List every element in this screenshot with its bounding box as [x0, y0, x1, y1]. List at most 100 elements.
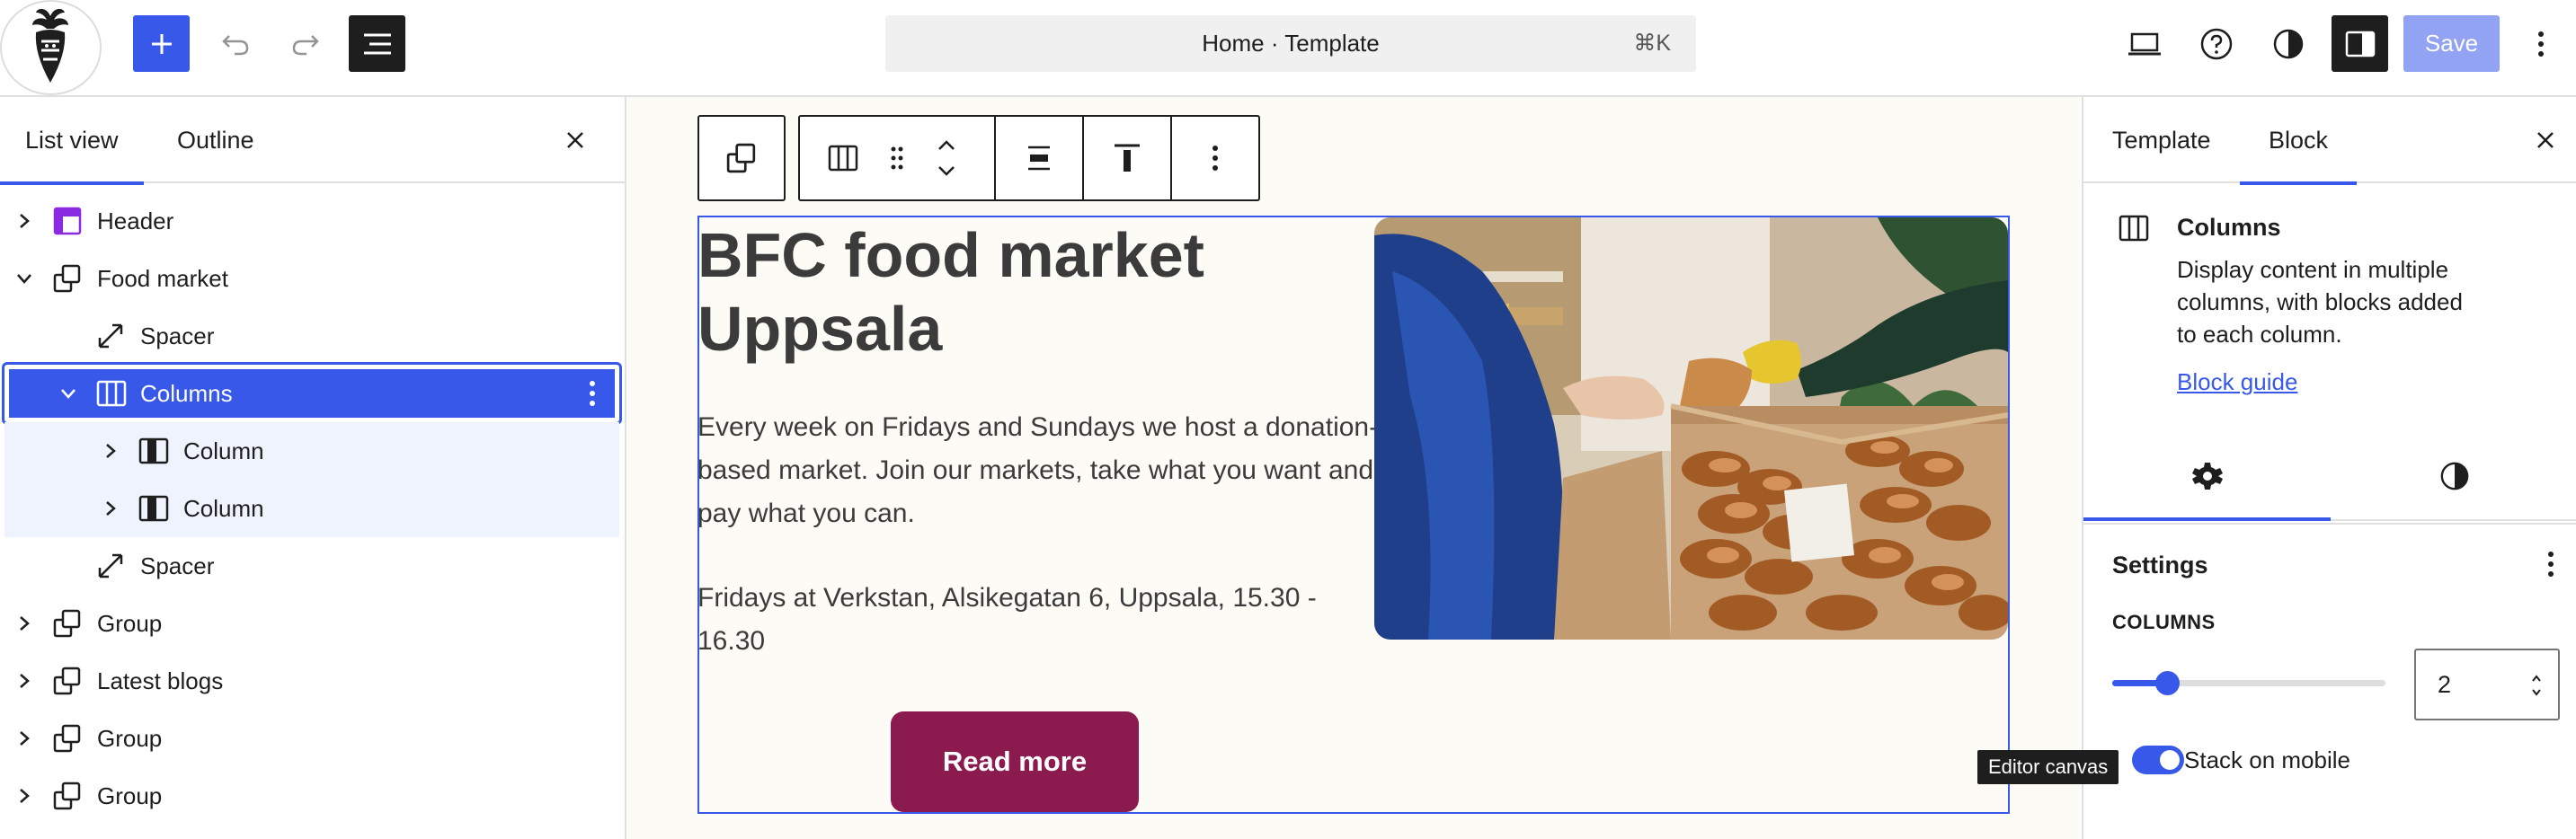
more-vertical-icon	[2538, 31, 2544, 57]
chevron-right-icon[interactable]	[12, 783, 37, 808]
chevron-right-icon[interactable]	[12, 208, 37, 234]
list-view-icon	[363, 33, 391, 54]
block-type-button[interactable]	[818, 117, 868, 199]
list-item-label: Food market	[97, 264, 228, 292]
chevron-right-icon[interactable]	[98, 496, 123, 521]
tab-block[interactable]: Block	[2239, 97, 2358, 185]
read-more-button[interactable]: Read more	[891, 711, 1139, 812]
list-view-tabs: List view Outline	[0, 97, 625, 185]
list-item[interactable]: Spacer	[0, 537, 625, 595]
group-icon	[726, 143, 756, 173]
chevron-up-down-icon	[938, 140, 955, 176]
align-center-icon	[1028, 146, 1050, 171]
document-overview-button[interactable]	[349, 15, 405, 72]
chevron-right-icon[interactable]	[12, 726, 37, 751]
settings-options-button[interactable]	[2535, 544, 2567, 584]
columns-label: COLUMNS	[2112, 611, 2216, 633]
list-item[interactable]: Column	[4, 422, 619, 480]
spinner-icon[interactable]	[2531, 672, 2542, 699]
food-market-photo[interactable]	[1374, 217, 2008, 640]
plus-icon	[151, 33, 172, 54]
list-item-label: Column	[183, 494, 264, 522]
list-item[interactable]: Food market	[0, 250, 625, 307]
help-button[interactable]	[2188, 15, 2244, 72]
select-parent-toolbar	[697, 115, 786, 201]
columns-icon	[94, 376, 129, 411]
vertical-align-top-icon	[1115, 144, 1140, 172]
tab-outline[interactable]: Outline	[177, 97, 254, 183]
stack-on-mobile-toggle[interactable]	[2132, 746, 2184, 774]
styles-icon	[2273, 29, 2303, 58]
tab-styles[interactable]	[2331, 433, 2576, 519]
settings-panel-title[interactable]: Settings	[2112, 552, 2208, 579]
add-block-button[interactable]	[133, 15, 190, 72]
block-more-options-button[interactable]	[1172, 117, 1258, 199]
tab-template[interactable]: Template	[2112, 97, 2211, 183]
redo-button[interactable]	[280, 15, 331, 72]
options-button[interactable]	[2517, 15, 2565, 72]
desktop-icon	[2127, 32, 2161, 55]
drag-handle[interactable]	[877, 117, 917, 199]
list-item-label: Group	[97, 724, 163, 752]
list-item-label: Columns	[140, 379, 233, 407]
stack-on-mobile-label: Stack on mobile	[2184, 746, 2350, 773]
list-item-label: Latest blogs	[97, 667, 224, 694]
keyboard-shortcut: ⌘K	[1633, 31, 1671, 56]
gear-icon	[2191, 463, 2223, 490]
toggle-knob	[2160, 750, 2180, 770]
chevron-right-icon[interactable]	[12, 611, 37, 636]
close-list-view-button[interactable]	[557, 122, 593, 158]
list-item[interactable]: Group	[0, 767, 625, 825]
editor-canvas-tooltip: Editor canvas	[1977, 750, 2119, 784]
template-part-icon	[50, 204, 84, 238]
vertical-align-button[interactable]	[1084, 117, 1170, 199]
select-parent-button[interactable]	[699, 117, 784, 199]
help-icon	[2200, 28, 2232, 59]
close-inspector-button[interactable]	[2527, 122, 2563, 158]
group-icon	[50, 664, 84, 698]
list-item[interactable]: Group	[0, 710, 625, 767]
slider-thumb[interactable]	[2154, 671, 2180, 695]
list-item[interactable]: Header	[0, 192, 625, 250]
save-button[interactable]: Save	[2403, 15, 2500, 72]
columns-icon	[828, 145, 858, 172]
block-options-button[interactable]	[576, 374, 608, 413]
editor-canvas[interactable]: BFC food market Uppsala Every week on Fr…	[628, 97, 2080, 839]
close-icon	[2537, 132, 2554, 148]
styles-button[interactable]	[2260, 15, 2316, 72]
market-description[interactable]: Every week on Fridays and Sundays we hos…	[697, 406, 1381, 535]
view-button[interactable]	[2116, 15, 2172, 72]
columns-number-input[interactable]: 2	[2414, 649, 2560, 720]
tab-list-view[interactable]: List view	[0, 97, 143, 185]
list-item-label: Header	[97, 207, 174, 234]
block-toolbar	[798, 115, 1260, 201]
tab-settings[interactable]	[2083, 433, 2331, 521]
chevron-right-icon[interactable]	[98, 438, 123, 464]
more-vertical-icon	[2548, 552, 2554, 577]
list-view-panel: List view Outline Header Food market Spa…	[0, 97, 626, 839]
settings-sidebar-button[interactable]	[2332, 15, 2388, 72]
move-up-down-buttons[interactable]	[924, 117, 969, 199]
list-item[interactable]: Group	[0, 595, 625, 652]
list-item[interactable]: Spacer	[0, 307, 625, 365]
chevron-down-icon[interactable]	[56, 381, 81, 406]
list-item[interactable]: Latest blogs	[0, 652, 625, 710]
group-icon	[50, 721, 84, 755]
market-schedule[interactable]: Fridays at Verkstan, Alsikegatan 6, Upps…	[697, 577, 1327, 663]
group-icon	[50, 779, 84, 813]
site-logo[interactable]	[0, 0, 102, 95]
drag-handle-icon	[891, 146, 903, 170]
columns-slider[interactable]	[2112, 671, 2385, 695]
chevron-down-icon[interactable]	[12, 266, 37, 291]
sidebar-icon	[2345, 31, 2375, 57]
list-item-label: Group	[97, 782, 163, 809]
align-button[interactable]	[996, 117, 1082, 199]
block-guide-link[interactable]: Block guide	[2177, 368, 2297, 396]
command-palette-bar[interactable]: Home · Template ⌘K	[885, 15, 1696, 72]
food-market-heading[interactable]: BFC food market Uppsala	[697, 218, 1345, 366]
list-item-selected[interactable]: Columns	[2, 362, 622, 425]
column-icon	[137, 434, 171, 468]
chevron-right-icon[interactable]	[12, 668, 37, 693]
undo-button[interactable]	[210, 15, 261, 72]
list-item[interactable]: Column	[4, 480, 619, 537]
